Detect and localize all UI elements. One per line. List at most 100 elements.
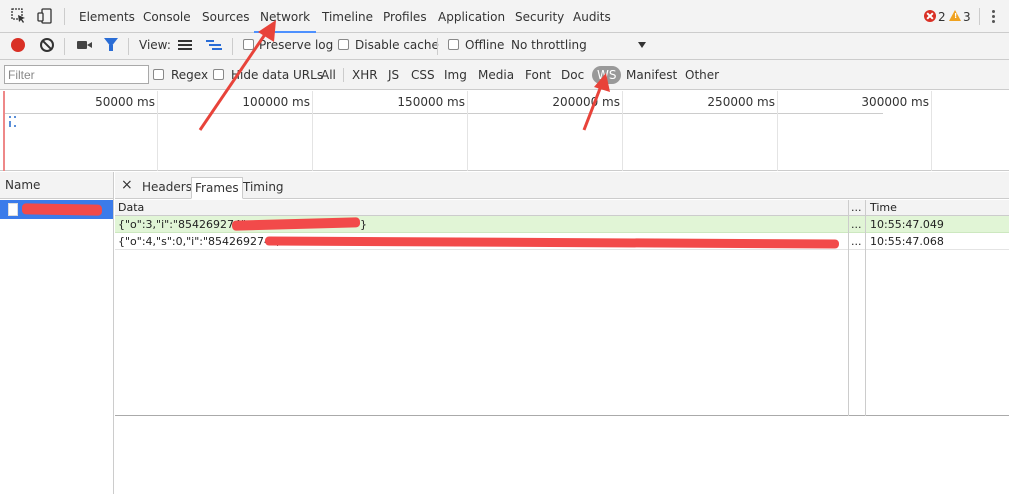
type-filter-js[interactable]: JS: [388, 60, 399, 90]
overview-request-mark: [9, 116, 11, 118]
record-button[interactable]: [11, 38, 25, 52]
tab-timing[interactable]: Timing: [240, 177, 287, 199]
disable-cache-checkbox[interactable]: [338, 39, 349, 50]
frame-time: 10:55:47.068: [870, 235, 944, 248]
regex-checkbox[interactable]: [153, 69, 164, 80]
redacted-request-name: [21, 203, 103, 216]
ellipsis-column-header[interactable]: ...: [851, 201, 862, 214]
name-column-header[interactable]: Name: [0, 172, 113, 199]
capture-screenshots-icon[interactable]: [77, 41, 92, 49]
tick-line: [931, 91, 932, 171]
frames-table: Data ... Time {"o":3,"i":"854269274", } …: [115, 200, 1009, 416]
tick-label: 300000 ms: [861, 95, 929, 109]
frame-data: {"o":3,"i":"854269274",: [118, 218, 250, 231]
network-toolbar: View: Preserve log Disable cache Offline…: [0, 33, 1009, 60]
frame-row-received[interactable]: {"o":4,"s":0,"i":"854269274", ... 10:55:…: [115, 233, 1009, 250]
frame-ellipsis: ...: [851, 218, 862, 231]
websocket-file-icon: [8, 203, 18, 216]
offline-checkbox[interactable]: [448, 39, 459, 50]
redacted-frame-data: [231, 217, 361, 231]
type-filter-css[interactable]: CSS: [411, 60, 435, 90]
regex-label[interactable]: Regex: [171, 60, 208, 90]
large-rows-icon[interactable]: [178, 40, 192, 51]
hide-data-urls-checkbox[interactable]: [213, 69, 224, 80]
overview-request-mark: [14, 125, 16, 127]
overview-window-handle[interactable]: [3, 91, 5, 171]
frame-data-tail: }: [360, 218, 367, 231]
devtools-tab-bar: Elements Console Sources Network Timelin…: [0, 0, 1009, 33]
tick-label: 250000 ms: [707, 95, 775, 109]
type-filter-doc[interactable]: Doc: [561, 60, 584, 90]
toolbar-divider: [64, 38, 65, 55]
error-icon[interactable]: [924, 10, 936, 22]
tab-sources[interactable]: Sources: [202, 0, 249, 33]
toolbar-divider: [979, 8, 980, 25]
filter-divider: [343, 68, 344, 82]
device-toolbar-icon[interactable]: [37, 8, 53, 24]
overview-request-mark: [14, 116, 16, 118]
hide-data-urls-label[interactable]: Hide data URLs: [231, 60, 323, 90]
close-icon[interactable]: ×: [121, 177, 133, 193]
tab-frames[interactable]: Frames: [191, 177, 243, 199]
tick-label: 50000 ms: [95, 95, 155, 109]
tab-security[interactable]: Security: [515, 0, 564, 33]
tick-line: [157, 91, 158, 171]
chevron-down-icon[interactable]: [638, 42, 646, 48]
tab-timeline[interactable]: Timeline: [322, 0, 373, 33]
filter-input[interactable]: [4, 65, 149, 84]
request-detail-pane: × Headers Frames Timing Data ... Time {"…: [115, 172, 1009, 494]
tick-label: 100000 ms: [242, 95, 310, 109]
network-overview[interactable]: 50000 ms 100000 ms 150000 ms 200000 ms 2…: [0, 91, 1009, 171]
redacted-frame-data: [264, 236, 840, 249]
frame-data: {"o":4,"s":0,"i":"854269274",: [118, 235, 280, 248]
tick-line: [312, 91, 313, 171]
toolbar-divider: [128, 38, 129, 55]
throttling-select[interactable]: No throttling: [511, 33, 587, 58]
detail-tab-bar: × Headers Frames Timing: [115, 172, 1009, 199]
tab-headers[interactable]: Headers: [139, 177, 195, 199]
tab-console[interactable]: Console: [143, 0, 191, 33]
request-row-selected[interactable]: [0, 200, 113, 219]
tick-label: 200000 ms: [552, 95, 620, 109]
disable-cache-label[interactable]: Disable cache: [355, 33, 439, 58]
type-filter-font[interactable]: Font: [525, 60, 551, 90]
tick-line: [622, 91, 623, 171]
tab-elements[interactable]: Elements: [79, 0, 135, 33]
preserve-log-label[interactable]: Preserve log: [259, 33, 333, 58]
column-divider[interactable]: [848, 200, 849, 416]
type-filter-manifest[interactable]: Manifest: [626, 60, 677, 90]
tab-audits[interactable]: Audits: [573, 0, 611, 33]
type-filter-other[interactable]: Other: [685, 60, 719, 90]
column-divider[interactable]: [865, 200, 866, 416]
frames-table-header: Data ... Time: [115, 200, 1009, 216]
tick-label: 150000 ms: [397, 95, 465, 109]
preserve-log-checkbox[interactable]: [243, 39, 254, 50]
frame-time: 10:55:47.049: [870, 218, 944, 231]
overview-axis: [5, 113, 883, 114]
data-column-header[interactable]: Data: [118, 201, 144, 214]
warning-count[interactable]: 3: [963, 0, 971, 34]
time-column-header[interactable]: Time: [870, 201, 897, 214]
tab-network[interactable]: Network: [254, 0, 317, 33]
error-count[interactable]: 2: [938, 0, 946, 34]
more-options-icon[interactable]: [992, 10, 995, 24]
filter-icon[interactable]: [104, 38, 118, 51]
type-filter-all[interactable]: All: [321, 60, 336, 90]
toolbar-divider: [232, 38, 233, 55]
frame-row-sent[interactable]: {"o":3,"i":"854269274", } ... 10:55:47.0…: [115, 216, 1009, 233]
type-filter-img[interactable]: Img: [444, 60, 467, 90]
tab-application[interactable]: Application: [438, 0, 505, 33]
clear-button[interactable]: [40, 38, 54, 52]
type-filter-media[interactable]: Media: [478, 60, 514, 90]
request-list: Name: [0, 172, 114, 494]
filter-bar: Regex Hide data URLs All XHR JS CSS Img …: [0, 60, 1009, 90]
offline-label[interactable]: Offline: [465, 33, 504, 58]
overview-icon[interactable]: [206, 40, 222, 51]
view-label: View:: [139, 38, 171, 52]
type-filter-ws[interactable]: WS: [592, 66, 622, 84]
inspect-element-icon[interactable]: [11, 8, 27, 24]
warning-icon[interactable]: !: [949, 10, 961, 21]
tab-profiles[interactable]: Profiles: [383, 0, 427, 33]
type-filter-xhr[interactable]: XHR: [352, 60, 378, 90]
toolbar-divider: [64, 8, 65, 25]
